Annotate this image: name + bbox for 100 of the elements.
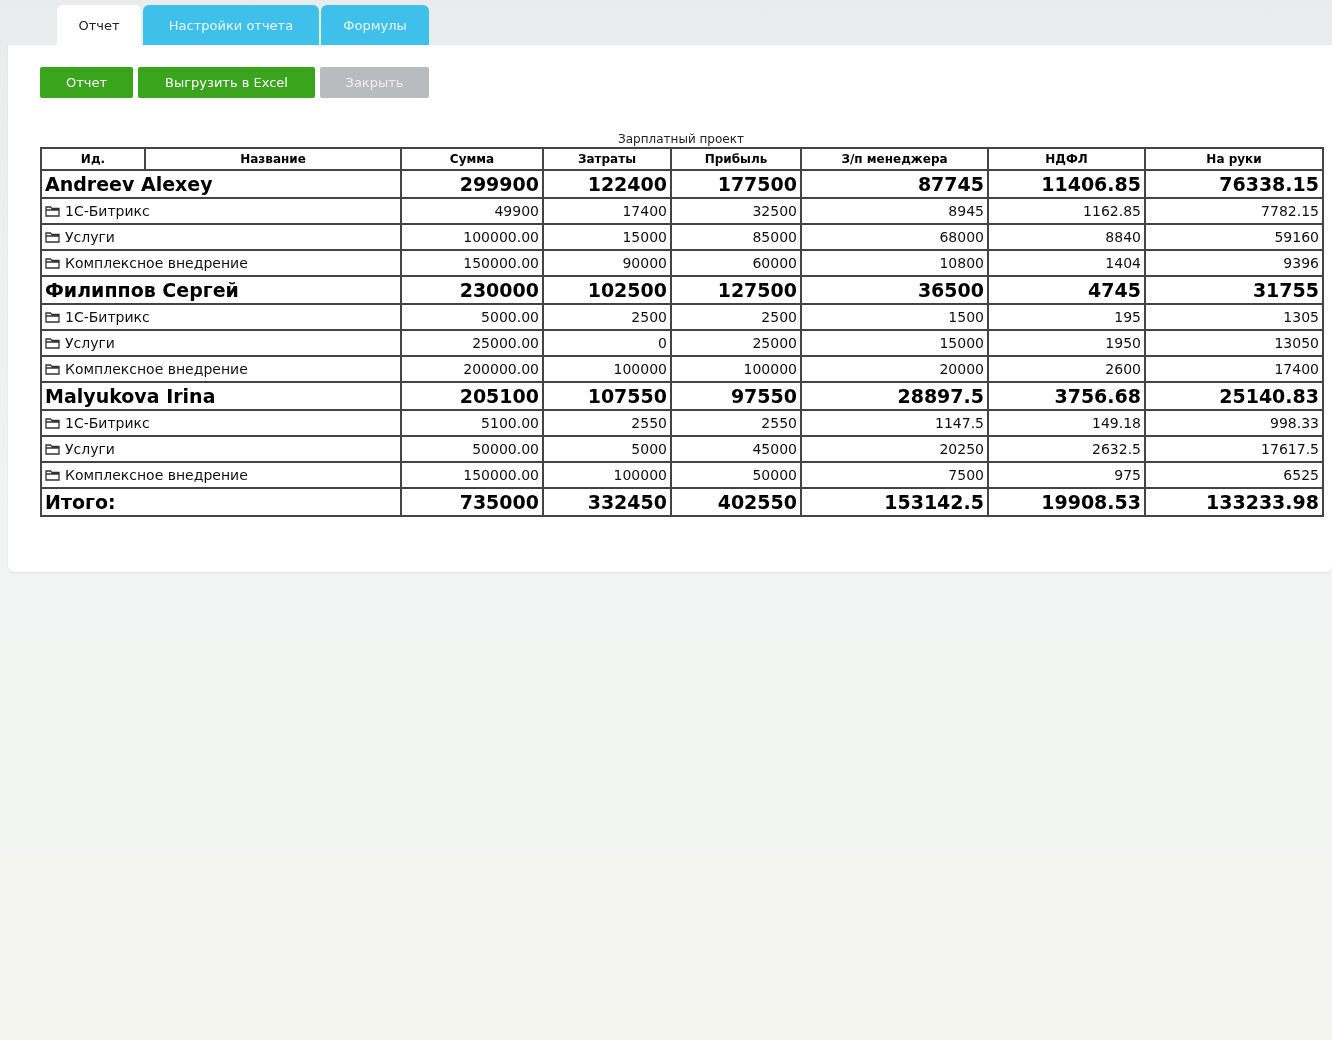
table-cell: 100000.00 [401, 224, 543, 250]
table-cell: 20000 [801, 356, 988, 382]
column-header: Название [145, 148, 401, 170]
table-cell: 6525 [1145, 462, 1323, 488]
table-cell: 150000.00 [401, 250, 543, 276]
column-header: З/п менеджера [801, 148, 988, 170]
table-cell: 45000 [671, 436, 801, 462]
table-cell: 8945 [801, 198, 988, 224]
table-cell: 1950 [988, 330, 1145, 356]
table-cell: 107550 [543, 382, 671, 410]
row-name: Услуги [65, 229, 115, 245]
table-cell: 4745 [988, 276, 1145, 304]
table-cell: 25140.83 [1145, 382, 1323, 410]
table-cell: 205100 [401, 382, 543, 410]
table-cell: 5100.00 [401, 410, 543, 436]
column-header: Затраты [543, 148, 671, 170]
column-header: Сумма [401, 148, 543, 170]
table-cell: 2600 [988, 356, 1145, 382]
table-cell: 50000.00 [401, 436, 543, 462]
table-cell: 735000 [401, 488, 543, 516]
table-cell: 90000 [543, 250, 671, 276]
folder-icon [45, 311, 60, 323]
table-cell: 153142.5 [801, 488, 988, 516]
folder-icon [45, 231, 60, 243]
table-cell: 200000.00 [401, 356, 543, 382]
row-name: Услуги [65, 335, 115, 351]
folder-icon [45, 337, 60, 349]
folder-icon [45, 417, 60, 429]
table-cell: 13050 [1145, 330, 1323, 356]
table-cell: 60000 [671, 250, 801, 276]
table-cell: 100000 [543, 356, 671, 382]
table-cell: 3756.68 [988, 382, 1145, 410]
row-name: 1С-Битрикс [65, 203, 150, 219]
table-cell: 133233.98 [1145, 488, 1323, 516]
folder-icon [45, 443, 60, 455]
table-cell: 7782.15 [1145, 198, 1323, 224]
folder-icon [45, 363, 60, 375]
table-cell: 36500 [801, 276, 988, 304]
table-cell: 49900 [401, 198, 543, 224]
table-cell: 17400 [1145, 356, 1323, 382]
table-cell: 149.18 [988, 410, 1145, 436]
folder-icon [45, 469, 60, 481]
table-cell: 25000.00 [401, 330, 543, 356]
table-cell: 87745 [801, 170, 988, 198]
row-name: Комплексное внедрение [65, 361, 248, 377]
table-cell: 25000 [671, 330, 801, 356]
table-cell: 20250 [801, 436, 988, 462]
table-cell: 299900 [401, 170, 543, 198]
table-cell: 76338.15 [1145, 170, 1323, 198]
tab[interactable]: Формулы [321, 5, 429, 45]
table-cell: 127500 [671, 276, 801, 304]
row-name: Malyukova Irina [45, 385, 216, 407]
table-cell: 10800 [801, 250, 988, 276]
column-header: На руки [1145, 148, 1323, 170]
row-name: Филиппов Сергей [45, 279, 239, 301]
table-cell: 230000 [401, 276, 543, 304]
folder-icon [45, 257, 60, 269]
table-cell: 150000.00 [401, 462, 543, 488]
table-cell: 32500 [671, 198, 801, 224]
table-cell: 2500 [543, 304, 671, 330]
tab[interactable]: Отчет [57, 5, 141, 45]
table-cell: 1305 [1145, 304, 1323, 330]
table-cell: 1147.5 [801, 410, 988, 436]
table-cell: 332450 [543, 488, 671, 516]
table-cell: 11406.85 [988, 170, 1145, 198]
table-cell: 1162.85 [988, 198, 1145, 224]
table-cell: 5000.00 [401, 304, 543, 330]
table-cell: 177500 [671, 170, 801, 198]
table-cell: 2632.5 [988, 436, 1145, 462]
row-name: Итого: [45, 491, 116, 513]
table-cell: 59160 [1145, 224, 1323, 250]
table-cell: 15000 [801, 330, 988, 356]
table-cell: 122400 [543, 170, 671, 198]
table-caption: Зарплатный проект [617, 131, 745, 147]
table-cell: 2550 [543, 410, 671, 436]
table-cell: 402550 [671, 488, 801, 516]
table-cell: 1500 [801, 304, 988, 330]
row-name: 1С-Битрикс [65, 309, 150, 325]
table-cell: 100000 [671, 356, 801, 382]
table-cell: 975 [988, 462, 1145, 488]
table-cell: 998.33 [1145, 410, 1323, 436]
row-name: Andreev Alexey [45, 173, 213, 195]
tab[interactable]: Настройки отчета [143, 5, 319, 45]
column-header: Ид. [41, 148, 145, 170]
table-cell: 85000 [671, 224, 801, 250]
row-name: Комплексное внедрение [65, 467, 248, 483]
table-cell: 50000 [671, 462, 801, 488]
table-cell: 102500 [543, 276, 671, 304]
column-header: Прибыль [671, 148, 801, 170]
table-cell: 8840 [988, 224, 1145, 250]
row-name: 1С-Битрикс [65, 415, 150, 431]
table-cell: 9396 [1145, 250, 1323, 276]
action-button[interactable]: Выгрузить в Excel [138, 67, 315, 98]
column-header: НДФЛ [988, 148, 1145, 170]
table-cell: 68000 [801, 224, 988, 250]
table-cell: 2500 [671, 304, 801, 330]
table-cell: 97550 [671, 382, 801, 410]
row-name: Услуги [65, 441, 115, 457]
action-button[interactable]: Отчет [40, 67, 133, 98]
table-cell: 1404 [988, 250, 1145, 276]
